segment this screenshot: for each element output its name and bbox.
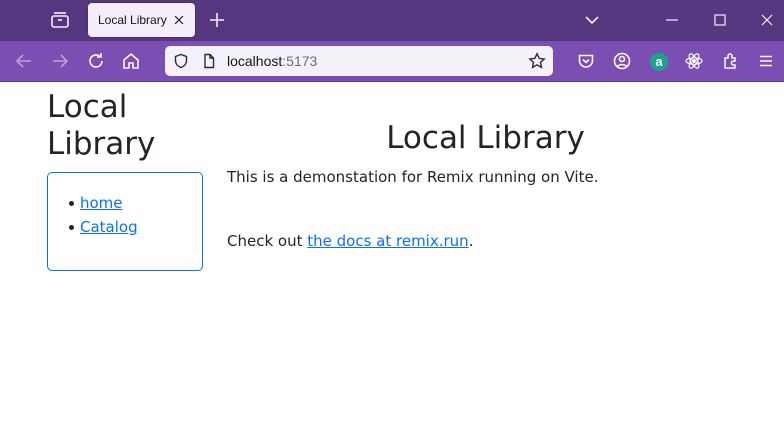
menu-icon[interactable] xyxy=(756,51,776,71)
tab-strip: Local Library xyxy=(0,0,784,41)
bookmark-star-icon[interactable] xyxy=(528,52,546,70)
sidebar-title-text: Local Library xyxy=(47,89,156,162)
home-icon[interactable] xyxy=(121,51,141,71)
react-devtools-icon[interactable] xyxy=(684,51,704,71)
home-link[interactable]: home xyxy=(80,194,123,212)
close-tab-icon[interactable] xyxy=(172,13,186,27)
maximize-icon[interactable] xyxy=(712,12,728,28)
url-port: :5173 xyxy=(282,53,318,69)
sidebar-item-home: home xyxy=(69,193,138,217)
extensions-icon[interactable] xyxy=(721,51,741,71)
sidebar-nav: home Catalog xyxy=(47,172,203,271)
sidebar-nav-list: home Catalog xyxy=(69,193,138,241)
docs-paragraph: Check out the docs at remix.run. xyxy=(227,231,473,251)
page-content: Local Library home Catalog Local Library … xyxy=(0,83,784,430)
docs-link[interactable]: the docs at remix.run xyxy=(307,232,468,250)
extension-a-icon[interactable]: a xyxy=(650,53,668,71)
docs-prefix: Check out xyxy=(227,232,308,250)
active-tab[interactable]: Local Library xyxy=(88,3,195,37)
url-bar[interactable]: localhost:5173 xyxy=(165,46,553,76)
sidebar-item-catalog: Catalog xyxy=(69,217,138,241)
forward-icon[interactable] xyxy=(50,51,70,71)
catalog-link[interactable]: Catalog xyxy=(80,218,138,236)
docs-suffix: . xyxy=(468,232,474,250)
list-all-tabs-icon[interactable] xyxy=(583,11,601,29)
back-icon[interactable] xyxy=(14,51,34,71)
reload-icon[interactable] xyxy=(86,51,106,71)
url-text[interactable]: localhost:5173 xyxy=(227,53,317,69)
minimize-icon[interactable] xyxy=(664,12,680,28)
tab-list-icon[interactable] xyxy=(48,8,72,32)
page-icon[interactable] xyxy=(201,53,217,69)
tab-title: Local Library xyxy=(98,13,167,27)
intro-text: This is a demonstation for Remix running… xyxy=(227,168,599,186)
url-host: localhost xyxy=(227,53,283,69)
account-icon[interactable] xyxy=(612,51,632,71)
shield-icon[interactable] xyxy=(173,53,189,69)
pocket-icon[interactable] xyxy=(576,51,596,71)
sidebar-title: Local Library xyxy=(47,89,155,163)
new-tab-icon[interactable] xyxy=(207,10,227,30)
page-heading: Local Library xyxy=(386,120,585,156)
close-window-icon[interactable] xyxy=(759,12,775,28)
